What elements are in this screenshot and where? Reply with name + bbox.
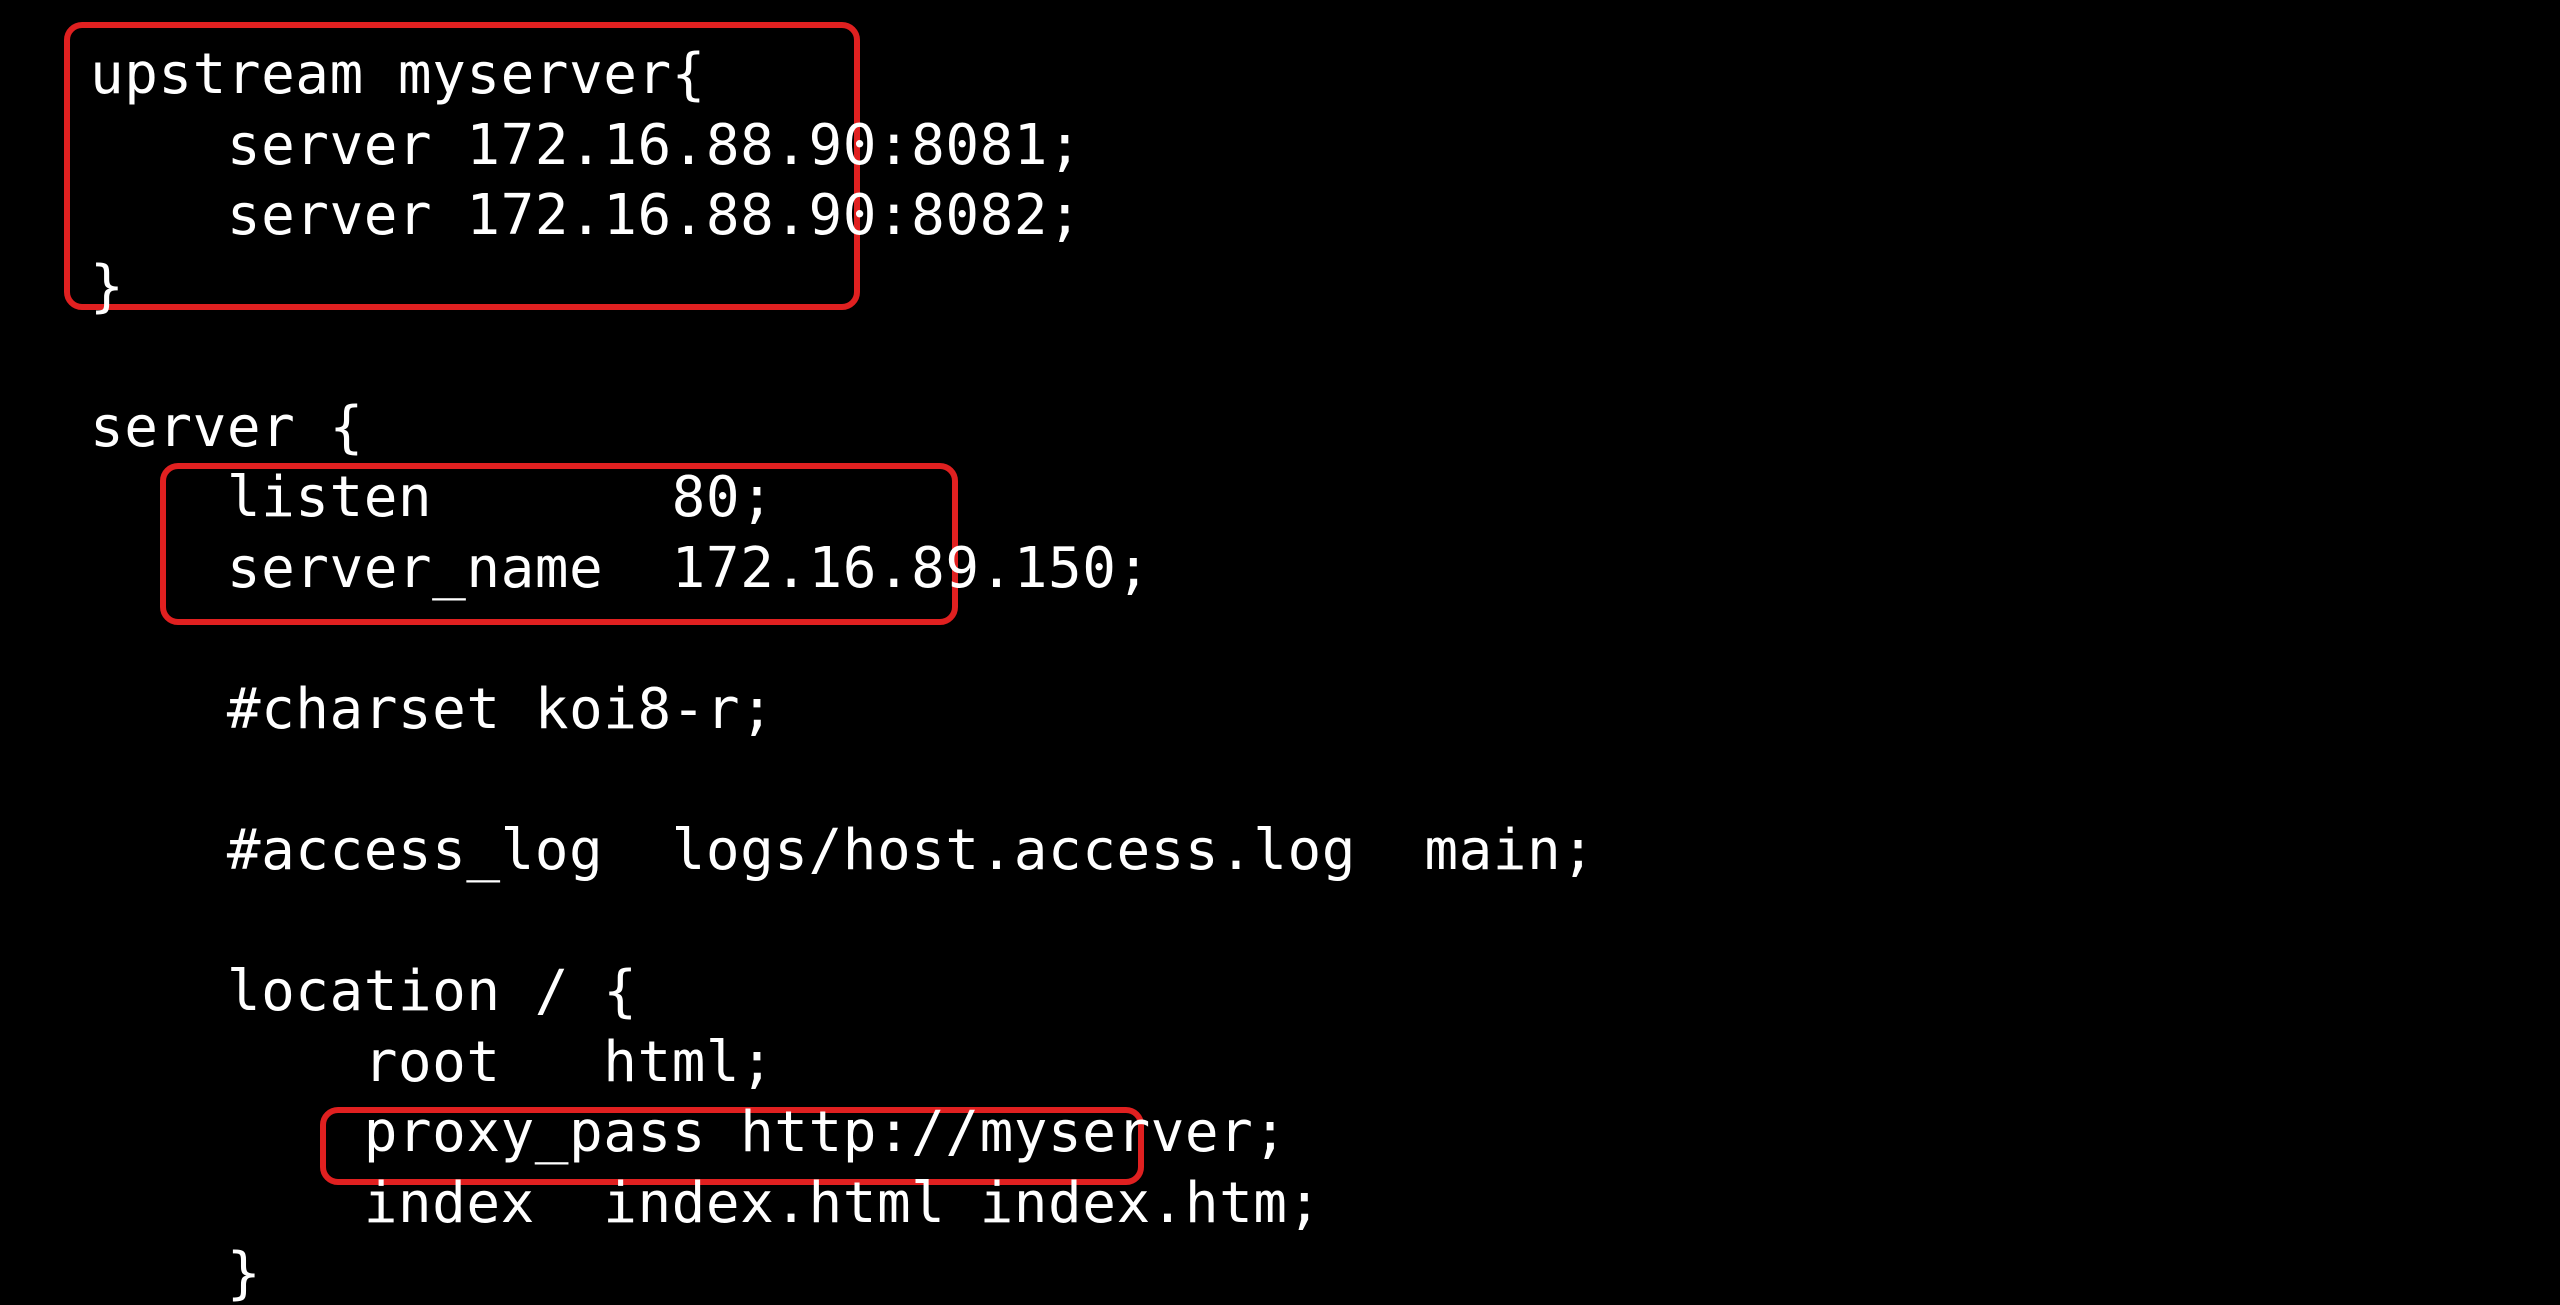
code-line: proxy_pass http://myserver; bbox=[90, 1100, 1288, 1165]
code-line: } bbox=[90, 254, 124, 319]
code-line: #charset koi8-r; bbox=[90, 677, 774, 742]
code-line: upstream myserver{ bbox=[90, 42, 706, 107]
code-line: server 172.16.88.90:8082; bbox=[90, 183, 1082, 248]
code-line: server 172.16.88.90:8081; bbox=[90, 113, 1082, 178]
code-line: root html; bbox=[90, 1030, 774, 1095]
code-line: location / { bbox=[90, 959, 637, 1024]
nginx-config-code: upstream myserver{ server 172.16.88.90:8… bbox=[0, 0, 2560, 1305]
code-line: } bbox=[90, 1241, 261, 1305]
code-line: server_name 172.16.89.150; bbox=[90, 536, 1151, 601]
code-line: index index.html index.htm; bbox=[90, 1171, 1322, 1236]
code-line: #access_log logs/host.access.log main; bbox=[90, 818, 1595, 883]
code-line: server { bbox=[90, 395, 364, 460]
code-line: listen 80; bbox=[90, 465, 774, 530]
